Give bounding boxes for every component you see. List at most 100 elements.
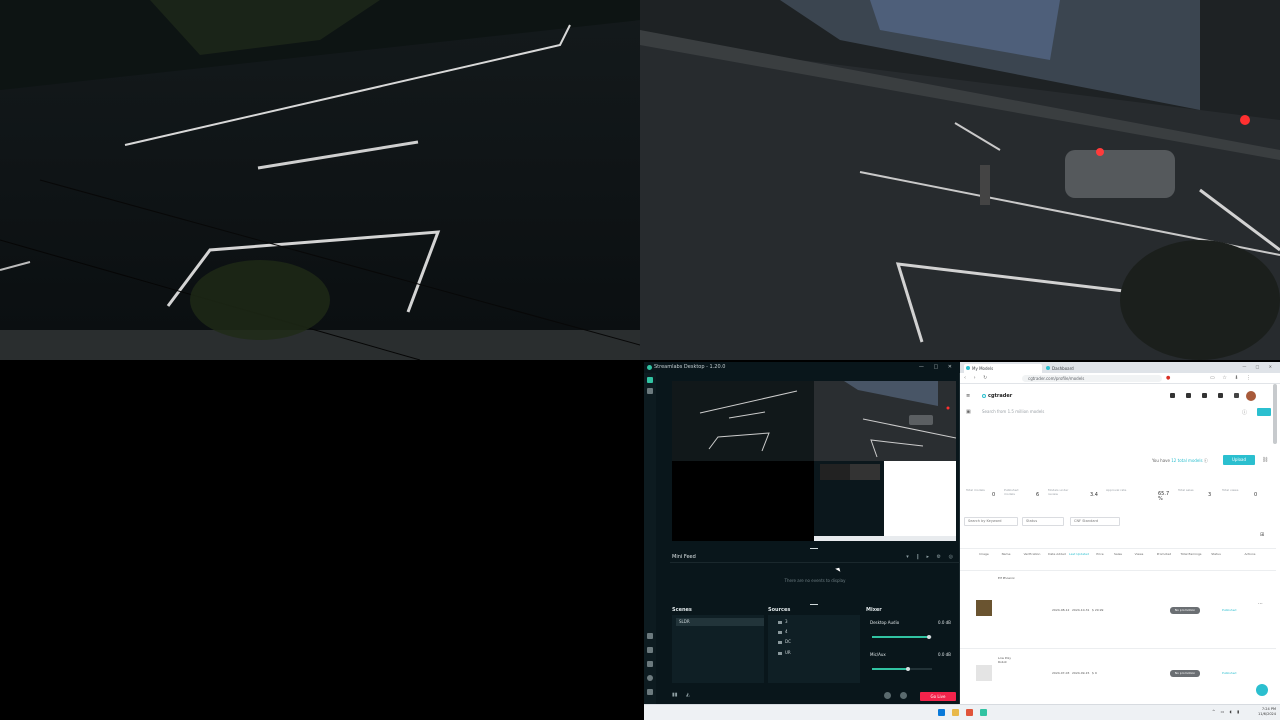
image-search-icon[interactable]: ▣: [966, 409, 971, 415]
help-icon[interactable]: [647, 633, 653, 639]
upload-icon[interactable]: [1218, 393, 1223, 398]
window-controls[interactable]: — □ ✕: [919, 362, 956, 373]
editor-icon[interactable]: [647, 377, 653, 383]
system-tray-icons[interactable]: ^ ▭ ◖ ▮: [1212, 709, 1241, 714]
site-search-input[interactable]: Search from 1.5 million models: [978, 408, 1278, 416]
source-item[interactable]: UR: [778, 650, 791, 655]
model-thumbnail[interactable]: [976, 665, 992, 681]
stat-value: 3.4: [1090, 492, 1098, 498]
search-button[interactable]: [1257, 408, 1271, 416]
link-icon[interactable]: ⛓: [1262, 457, 1268, 463]
keyword-filter-input[interactable]: Search by Keyword: [964, 517, 1018, 526]
table-divider: [960, 570, 1276, 571]
drag-handle-2[interactable]: [810, 604, 818, 605]
info-icon: ⓘ: [1203, 458, 1208, 463]
source-item[interactable]: DC: [778, 639, 791, 644]
model-name[interactable]: Low Poly Robot: [998, 656, 1016, 664]
source-item[interactable]: 3: [778, 619, 788, 624]
column-header[interactable]: Last Updated: [1068, 552, 1090, 556]
address-bar[interactable]: cgtrader.com/profile/models: [1022, 375, 1162, 382]
stat-value: 65.7 %: [1158, 491, 1170, 502]
camera-feed-top-left: [0, 0, 640, 360]
summary-link[interactable]: 12 total models: [1171, 458, 1202, 463]
mixer-volume-knob[interactable]: [927, 635, 931, 639]
drag-handle[interactable]: [810, 548, 818, 549]
camera-feed-bottom-left: [0, 360, 640, 720]
clock-date: 11/6/2024: [1258, 712, 1276, 716]
column-header[interactable]: Price: [1092, 552, 1108, 556]
menu-icon[interactable]: ≡: [966, 393, 970, 399]
preview-desktop: [814, 461, 956, 541]
source-item[interactable]: 4: [778, 629, 788, 634]
model-name[interactable]: Elf Phoenix: [998, 576, 1016, 580]
streamlabs-taskbar-icon[interactable]: [980, 709, 987, 716]
brand-name[interactable]: cgtrader: [988, 393, 1012, 399]
mixer-title: Mixer: [866, 607, 882, 613]
column-header[interactable]: Status: [1206, 552, 1226, 556]
column-header[interactable]: Views: [1130, 552, 1148, 556]
column-header[interactable]: Sales: [1110, 552, 1126, 556]
tab-dashboard[interactable]: Dashboard: [1044, 364, 1114, 373]
browser-window-controls[interactable]: — □ ✕: [1242, 364, 1276, 369]
stat-value: 6: [1036, 492, 1040, 498]
camera-feed-top-right: [640, 0, 1280, 360]
start-icon[interactable]: [938, 709, 945, 716]
browser-tab-strip: My Models Dashboard — □ ✕: [960, 362, 1280, 373]
tab-my-models[interactable]: My Models: [964, 364, 1042, 373]
stat-value: 0: [992, 492, 996, 498]
go-live-button[interactable]: Go Live: [920, 692, 956, 701]
cart-icon[interactable]: [1170, 393, 1175, 398]
apps-icon[interactable]: [647, 661, 653, 667]
cgtrader-logo-icon: [982, 394, 986, 398]
stats-icon[interactable]: ▮▮: [672, 692, 678, 698]
column-header[interactable]: Name: [996, 552, 1016, 556]
logout-icon[interactable]: [647, 689, 653, 695]
browser-taskbar-icon[interactable]: [966, 709, 973, 716]
streamlabs-title: Streamlabs Desktop - 1.20.0: [654, 364, 726, 370]
column-header[interactable]: Verification: [1018, 552, 1046, 556]
mixer-volume-slider[interactable]: [872, 667, 932, 671]
stream-preview: [672, 381, 956, 541]
summary-text: You have: [1152, 458, 1170, 463]
tab-label: My Models: [972, 366, 994, 371]
mini-feed-empty: There are no events to display: [784, 578, 846, 583]
avatar[interactable]: [1246, 391, 1256, 401]
settings-icon[interactable]: [647, 388, 653, 394]
chat-support-icon[interactable]: [1256, 684, 1268, 696]
column-header: Image: [979, 552, 989, 556]
scene-item[interactable]: SLDR: [676, 618, 764, 626]
license-filter-select[interactable]: CNF Standard: [1070, 517, 1120, 526]
taskbar-clock[interactable]: 7:24 PM 11/6/2024: [1248, 707, 1276, 717]
stat-label: Total models: [966, 488, 985, 492]
preview-cam-3: [672, 461, 814, 541]
column-settings-icon[interactable]: ⊞: [1260, 532, 1264, 538]
model-thumbnail[interactable]: [976, 600, 992, 616]
nav-arrows-icon[interactable]: ‹ › ↻: [964, 375, 990, 381]
table-divider: [960, 548, 1276, 549]
mixer-volume-slider[interactable]: [872, 635, 932, 639]
column-header[interactable]: Date Added: [1048, 552, 1066, 556]
preview-cam-2: [814, 381, 956, 461]
profile-badge-icon[interactable]: [1234, 393, 1239, 398]
mixer-volume-fill: [872, 668, 908, 670]
bell-icon[interactable]: [1202, 393, 1207, 398]
upload-button[interactable]: Upload: [1223, 455, 1255, 465]
profile-icon[interactable]: [647, 675, 653, 681]
mini-feed-controls-icon[interactable]: ▾ ‖ ▸ ⚙ ◎: [906, 552, 956, 563]
themes-icon[interactable]: [647, 647, 653, 653]
mini-feed-header: Mini Feed ▾ ‖ ▸ ⚙ ◎: [670, 552, 960, 563]
record-icon[interactable]: [884, 692, 891, 699]
sources-title: Sources: [768, 607, 791, 613]
browser-toolbar-icons[interactable]: ▭ ☆ ⬇ ⋮: [1210, 375, 1254, 381]
replay-icon[interactable]: [900, 692, 907, 699]
actions-icon[interactable]: ⋯: [1258, 602, 1263, 607]
column-header[interactable]: Promoted: [1152, 552, 1176, 556]
extension-icon[interactable]: ●: [1166, 375, 1170, 381]
mixer-volume-knob[interactable]: [906, 667, 910, 671]
performance-icon[interactable]: ◭: [686, 692, 690, 698]
column-header[interactable]: Total Earnings: [1180, 552, 1202, 556]
date-added: 2024-08-12: [1052, 608, 1070, 612]
file-explorer-icon[interactable]: [952, 709, 959, 716]
status-filter-select[interactable]: Status: [1022, 517, 1064, 526]
mail-icon[interactable]: [1186, 393, 1191, 398]
